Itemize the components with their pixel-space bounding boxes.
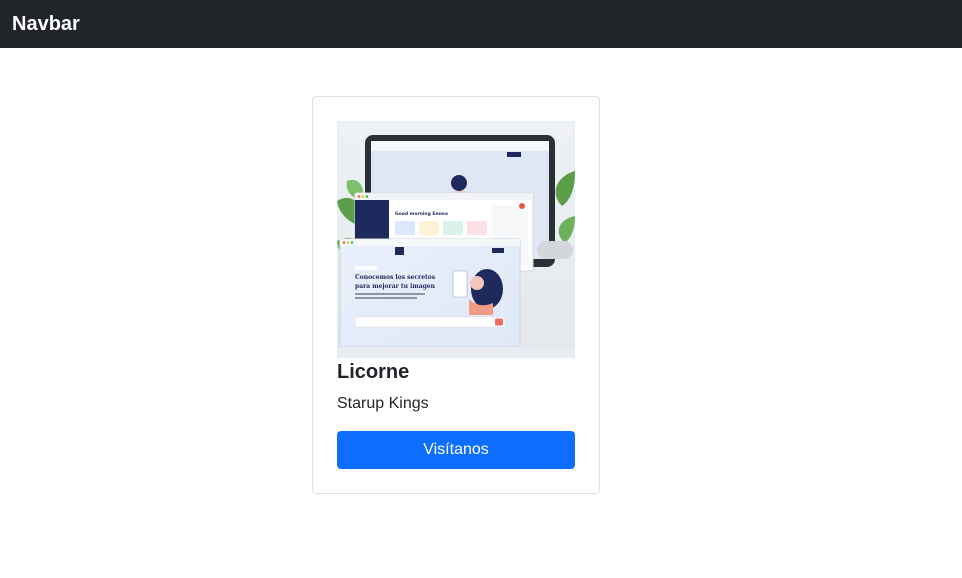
card-text: Starup Kings: [337, 395, 429, 412]
navbar-brand[interactable]: Navbar: [12, 13, 80, 36]
visit-button[interactable]: Visítanos: [337, 431, 575, 469]
card-title: Licorne: [337, 361, 410, 383]
hero-headline-2: para mejorar tu imagen: [355, 283, 436, 290]
product-card: Good morning Emma Conocemos los secretos…: [312, 96, 600, 494]
card-image: Good morning Emma Conocemos los secretos…: [337, 121, 575, 358]
dashboard-title: Good morning Emma: [395, 211, 448, 217]
navbar: Navbar: [0, 0, 962, 48]
hero-headline-1: Conocemos los secretos: [355, 274, 436, 281]
